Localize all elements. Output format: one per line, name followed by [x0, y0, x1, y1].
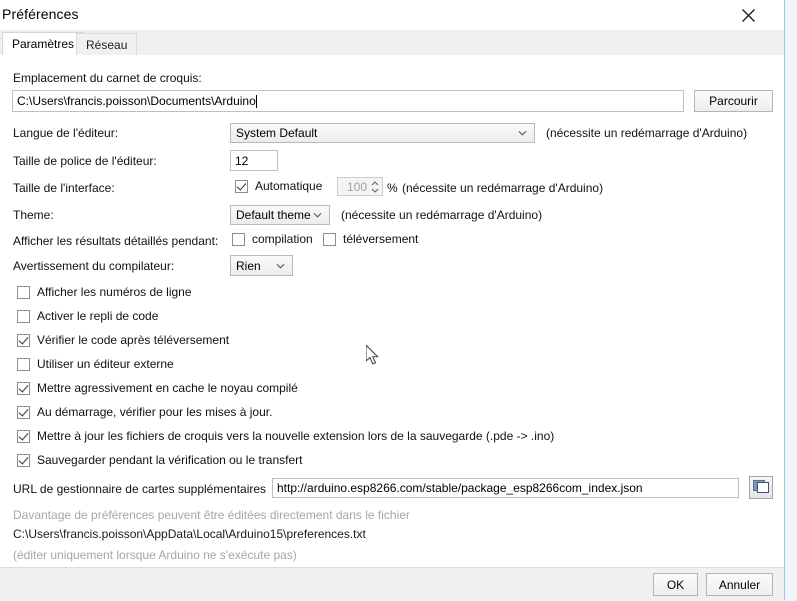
- checkbox-label: Afficher les numéros de ligne: [37, 285, 192, 299]
- title-bar: Préférences: [0, 0, 784, 30]
- checkbox-box: [323, 232, 336, 246]
- open-window-icon: [752, 480, 769, 493]
- theme-label: Theme:: [13, 208, 54, 222]
- checkbox-label: Sauvegarder pendant la vérification ou l…: [37, 453, 303, 467]
- checkbox-box: [17, 285, 30, 299]
- editor-font-size-value: 12: [235, 153, 249, 168]
- editor-font-size-label: Taille de police de l'éditeur:: [13, 154, 157, 168]
- checkbox-update-sketch-extension[interactable]: Mettre à jour les fichiers de croquis ve…: [17, 429, 554, 443]
- editor-language-label: Langue de l'éditeur:: [13, 126, 119, 140]
- checkbox-check-updates-on-startup[interactable]: Au démarrage, vérifier pour les mises à …: [17, 405, 272, 419]
- cancel-button[interactable]: Annuler: [706, 573, 773, 596]
- spinner-up-icon: [371, 180, 379, 185]
- browse-button[interactable]: Parcourir: [694, 90, 773, 112]
- checkbox-box: [17, 405, 30, 419]
- checkbox-box: [232, 232, 245, 246]
- interface-scale-unit: %: [387, 181, 398, 195]
- editor-language-note: (nécessite un redémarrage d'Arduino): [546, 126, 748, 140]
- verbose-output-label: Afficher les résultats détaillés pendant…: [13, 234, 219, 248]
- sketchbook-location-value: C:\Users\francis.poisson\Documents\Ardui…: [17, 94, 256, 108]
- editor-language-select[interactable]: System Default: [230, 123, 535, 143]
- verbose-upload-label: téléversement: [343, 232, 419, 246]
- tab-reseau-label: Réseau: [86, 37, 128, 52]
- cancel-button-label: Annuler: [718, 577, 761, 592]
- verbose-upload-checkbox[interactable]: téléversement: [323, 232, 418, 246]
- checkbox-box: [235, 179, 248, 193]
- editor-font-size-input[interactable]: 12: [230, 150, 278, 171]
- interface-scale-auto-label: Automatique: [255, 179, 323, 193]
- chevron-down-icon: [313, 212, 322, 218]
- theme-note: (nécessite un redémarrage d'Arduino): [341, 208, 543, 222]
- compiler-warnings-select[interactable]: Rien: [230, 255, 293, 276]
- checkbox-display-line-numbers[interactable]: Afficher les numéros de ligne: [17, 285, 192, 299]
- tab-strip: Paramètres Réseau: [0, 30, 784, 56]
- browse-button-label: Parcourir: [709, 94, 758, 108]
- ok-button-label: OK: [666, 577, 685, 592]
- checkbox-label: Au démarrage, vérifier pour les mises à …: [37, 405, 273, 419]
- close-icon: [742, 8, 755, 22]
- compiler-warnings-label: Avertissement du compilateur:: [13, 259, 175, 273]
- spinner-down-icon: [371, 188, 379, 193]
- edit-only-when-closed-note: (éditer uniquement lorsque Arduino ne s'…: [13, 548, 297, 562]
- interface-scale-note: (nécessite un redémarrage d'Arduino): [402, 181, 604, 195]
- checkbox-box: [17, 453, 30, 467]
- preferences-dialog: Préférences Paramètres Réseau Emplacemen…: [0, 0, 784, 601]
- interface-scale-value: 100: [346, 179, 367, 194]
- interface-scale-spinner[interactable]: 100: [337, 177, 383, 196]
- tab-parametres-label: Paramètres: [12, 37, 75, 51]
- checkbox-box: [17, 357, 30, 371]
- spinner-arrows[interactable]: [371, 180, 379, 193]
- sketchbook-location-label: Emplacement du carnet de croquis:: [13, 71, 202, 85]
- checkbox-label: Mettre à jour les fichiers de croquis ve…: [37, 429, 555, 443]
- theme-value: Default theme: [236, 208, 311, 222]
- tab-parametres[interactable]: Paramètres: [2, 32, 85, 56]
- chevron-down-icon: [518, 130, 527, 136]
- window-right-edge: [784, 0, 797, 600]
- close-button[interactable]: [726, 0, 771, 30]
- text-caret: [255, 94, 257, 108]
- settings-panel: Emplacement du carnet de croquis: C:\Use…: [0, 55, 784, 567]
- more-preferences-note: Davantage de préférences peuvent être éd…: [13, 508, 410, 522]
- editor-language-value: System Default: [236, 126, 318, 140]
- verbose-compile-checkbox[interactable]: compilation: [232, 232, 313, 246]
- compiler-warnings-value: Rien: [236, 258, 261, 273]
- interface-scale-label: Taille de l'interface:: [13, 181, 115, 195]
- additional-urls-expand-button[interactable]: [749, 476, 773, 499]
- checkbox-label: Utiliser un éditeur externe: [37, 357, 174, 371]
- chevron-down-icon: [276, 263, 285, 269]
- additional-urls-label: URL de gestionnaire de cartes supplément…: [13, 482, 267, 496]
- checkbox-label: Activer le repli de code: [37, 309, 159, 323]
- checkbox-verify-after-upload[interactable]: Vérifier le code après téléversement: [17, 333, 229, 347]
- interface-scale-auto-checkbox[interactable]: Automatique: [235, 179, 322, 193]
- checkbox-label: Vérifier le code après téléversement: [37, 333, 230, 347]
- checkbox-box: [17, 381, 30, 395]
- dialog-footer: OK Annuler: [0, 567, 784, 601]
- additional-urls-input[interactable]: http://arduino.esp8266.com/stable/packag…: [272, 478, 739, 498]
- checkbox-aggressively-cache-core[interactable]: Mettre agressivement en cache le noyau c…: [17, 381, 298, 395]
- checkbox-enable-code-folding[interactable]: Activer le repli de code: [17, 309, 158, 323]
- ok-button[interactable]: OK: [653, 573, 698, 596]
- checkbox-box: [17, 333, 30, 347]
- sketchbook-location-input[interactable]: C:\Users\francis.poisson\Documents\Ardui…: [12, 90, 684, 112]
- checkbox-box: [17, 429, 30, 443]
- preferences-file-path: C:\Users\francis.poisson\AppData\Local\A…: [13, 527, 366, 541]
- tab-reseau[interactable]: Réseau: [76, 33, 138, 55]
- checkbox-box: [17, 309, 30, 323]
- theme-select[interactable]: Default theme: [230, 205, 330, 225]
- additional-urls-value: http://arduino.esp8266.com/stable/packag…: [277, 481, 643, 495]
- checkbox-save-when-verifying[interactable]: Sauvegarder pendant la vérification ou l…: [17, 453, 303, 467]
- verbose-compile-label: compilation: [252, 232, 313, 246]
- window-title: Préférences: [2, 6, 79, 22]
- checkbox-use-external-editor[interactable]: Utiliser un éditeur externe: [17, 357, 174, 371]
- checkbox-label: Mettre agressivement en cache le noyau c…: [37, 381, 298, 395]
